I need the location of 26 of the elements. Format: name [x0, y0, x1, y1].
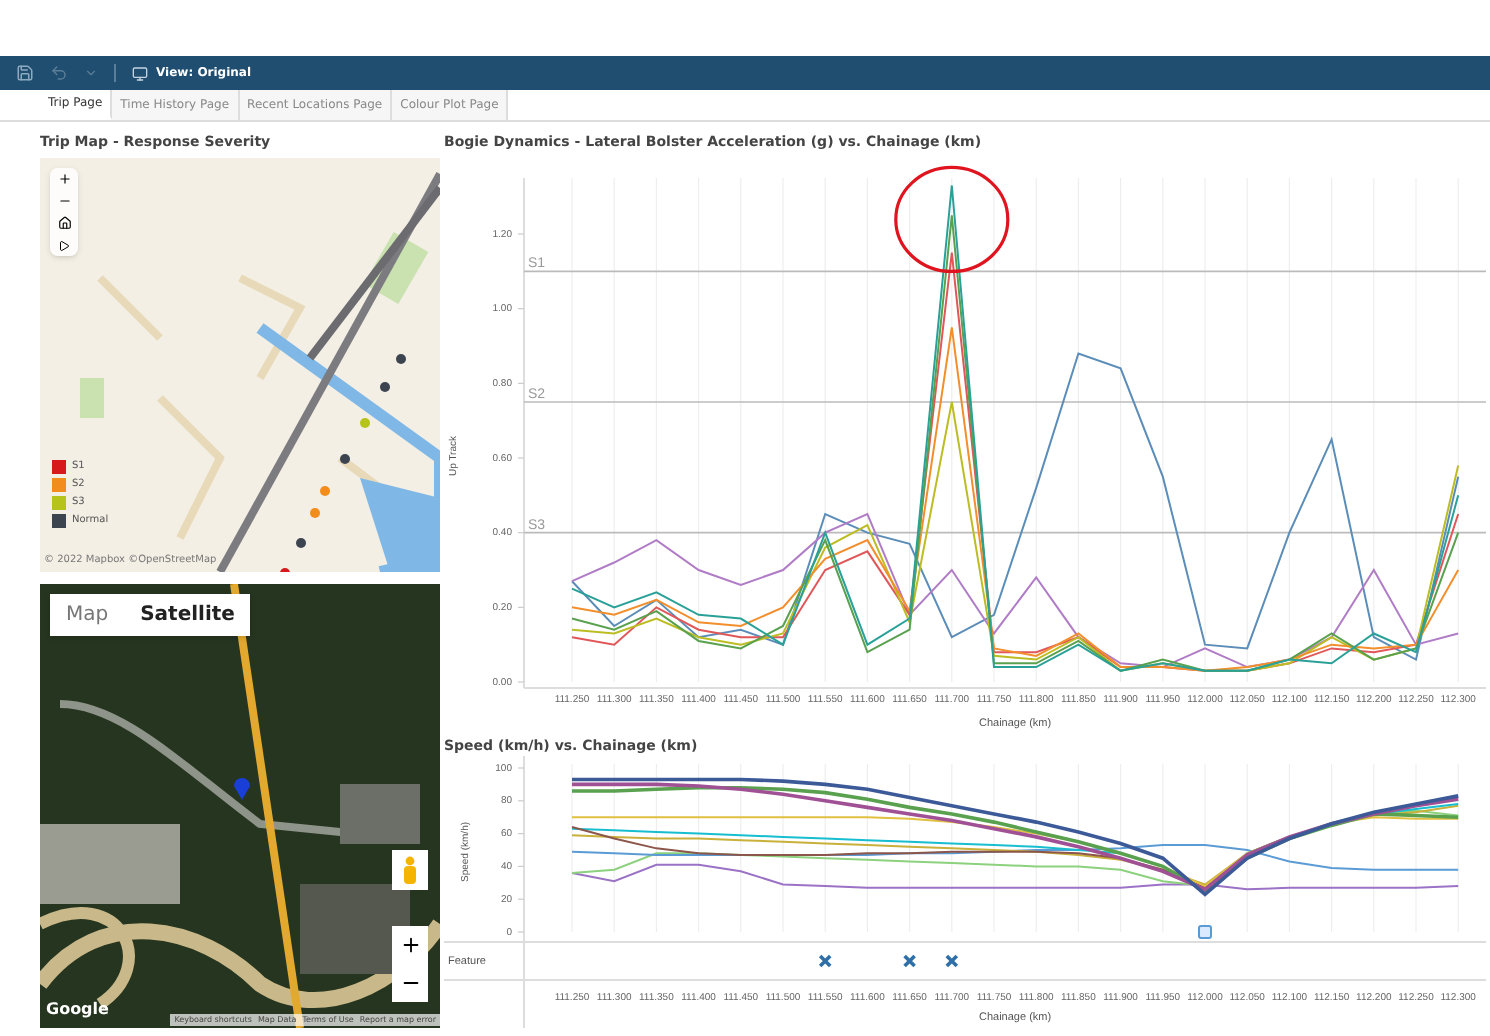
plus-icon — [399, 934, 421, 956]
map-type-toggle[interactable]: Satellite — [124, 594, 251, 636]
plus-icon — [57, 172, 71, 186]
home-icon — [57, 216, 71, 230]
undo-icon[interactable] — [50, 64, 68, 82]
save-icon[interactable] — [16, 64, 34, 82]
track-point-icon — [380, 382, 390, 392]
marker-icon — [1198, 925, 1212, 939]
map-pin-icon — [234, 778, 250, 800]
cross-marker-icon — [818, 954, 832, 968]
track-point-icon — [310, 508, 320, 518]
cross-marker-icon — [902, 954, 917, 968]
caret-icon[interactable] — [84, 66, 98, 80]
highlight-circle — [894, 165, 1010, 274]
person-icon — [402, 856, 418, 884]
map-logo: Google — [46, 998, 109, 1022]
cross-marker-icon — [945, 954, 959, 968]
track-point-icon — [320, 486, 330, 496]
track-point-icon — [396, 354, 406, 364]
monitor-icon — [132, 65, 148, 81]
track-point-icon — [360, 418, 370, 428]
track-point-icon — [340, 454, 350, 464]
track-point-icon — [296, 538, 306, 548]
map-type-toggle[interactable]: Map — [50, 594, 125, 636]
play-icon — [58, 239, 70, 251]
minus-icon — [57, 194, 71, 208]
